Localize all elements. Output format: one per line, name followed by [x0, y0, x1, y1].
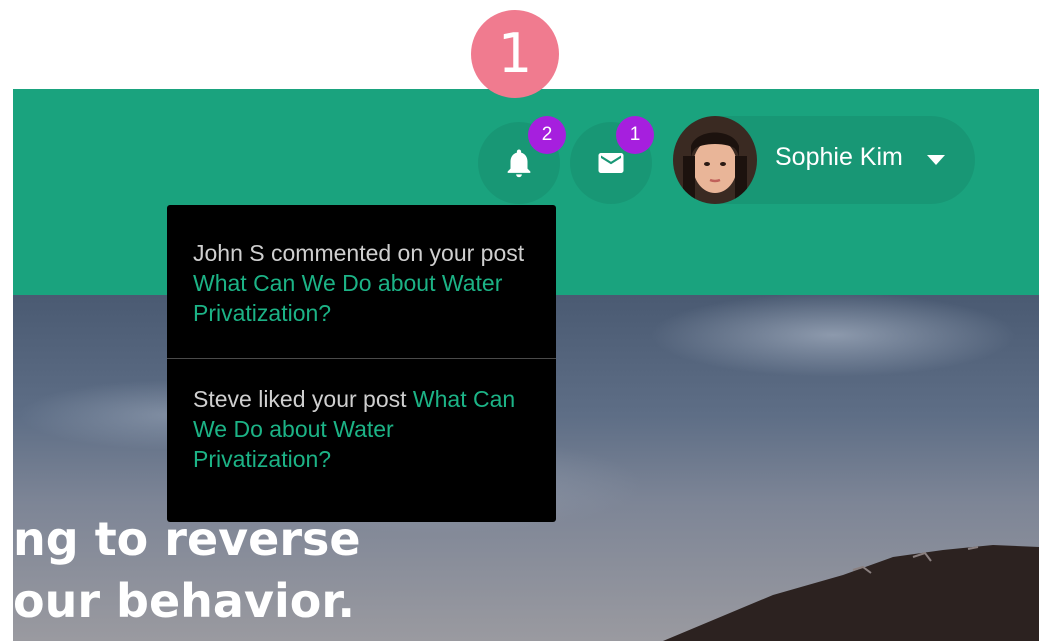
divider: [167, 358, 556, 359]
notification-item-like[interactable]: Steve liked your post What Can We Do abo…: [167, 384, 556, 474]
annotation-marker: 1: [471, 10, 559, 98]
messages-badge: 1: [616, 116, 654, 154]
envelope-icon: [598, 153, 624, 173]
avatar: [673, 116, 757, 204]
caret-down-icon: [927, 155, 945, 165]
notification-post-link[interactable]: What Can We Do about Water Privatization…: [193, 270, 502, 326]
notifications-badge: 2: [528, 116, 566, 154]
bell-icon: [507, 149, 531, 178]
notifications-dropdown: John S commented on your post What Can W…: [167, 205, 556, 522]
notification-item-comment[interactable]: John S commented on your post What Can W…: [167, 238, 556, 328]
user-menu-button[interactable]: Sophie Kim: [673, 116, 975, 204]
user-name: Sophie Kim: [775, 143, 903, 171]
hero-headline-line2: our behavior.: [13, 574, 355, 628]
hero-headline: ng to reverse our behavior.: [13, 508, 361, 632]
notification-text: Steve liked your post: [193, 386, 413, 412]
notification-text: John S commented on your post: [193, 240, 525, 266]
